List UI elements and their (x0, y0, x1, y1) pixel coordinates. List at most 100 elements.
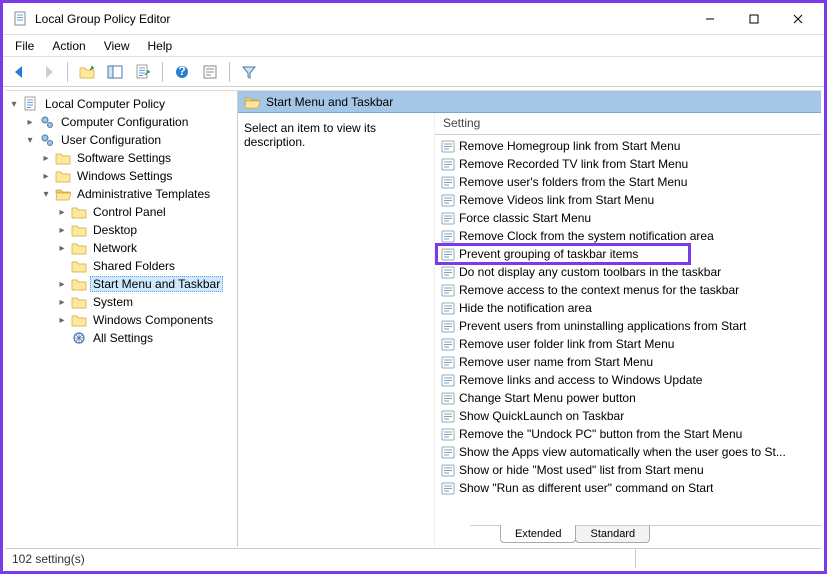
setting-row[interactable]: Do not display any custom toolbars in th… (435, 263, 821, 281)
setting-label: Force classic Start Menu (459, 211, 591, 225)
caret-right-icon[interactable]: ▸ (24, 117, 36, 128)
tab-extended[interactable]: Extended (500, 525, 576, 543)
back-button[interactable] (7, 60, 33, 84)
menu-help[interactable]: Help (140, 37, 181, 55)
setting-icon (441, 229, 455, 243)
tree-start-menu-taskbar[interactable]: ▸ Start Menu and Taskbar (6, 275, 237, 293)
tree-desktop[interactable]: ▸ Desktop (6, 221, 237, 239)
setting-row[interactable]: Remove access to the context menus for t… (435, 281, 821, 299)
tree-user-configuration[interactable]: ▾ User Configuration (6, 131, 237, 149)
folder-icon (55, 168, 71, 184)
tree-computer-configuration[interactable]: ▸ Computer Configuration (6, 113, 237, 131)
folder-icon (55, 150, 71, 166)
tree-network[interactable]: ▸ Network (6, 239, 237, 257)
setting-row[interactable]: Show "Run as different user" command on … (435, 479, 821, 497)
tree-root[interactable]: ▾ Local Computer Policy (6, 95, 237, 113)
setting-icon (441, 247, 455, 261)
tree-system[interactable]: ▸ System (6, 293, 237, 311)
caret-down-icon[interactable]: ▾ (40, 189, 52, 200)
close-button[interactable] (776, 5, 820, 33)
folder-icon (71, 204, 87, 220)
export-list-button[interactable] (130, 60, 156, 84)
setting-row[interactable]: Remove Videos link from Start Menu (435, 191, 821, 209)
all-settings-icon (71, 330, 87, 346)
caret-right-icon[interactable]: ▸ (56, 207, 68, 218)
menu-file[interactable]: File (7, 37, 42, 55)
folder-icon (71, 258, 87, 274)
tree-administrative-templates[interactable]: ▾ Administrative Templates (6, 185, 237, 203)
show-hide-tree-button[interactable] (102, 60, 128, 84)
tree-windows-components[interactable]: ▸ Windows Components (6, 311, 237, 329)
caret-right-icon[interactable]: ▸ (56, 225, 68, 236)
forward-button[interactable] (35, 60, 61, 84)
details-header: Start Menu and Taskbar (238, 91, 821, 113)
setting-label: Show or hide "Most used" list from Start… (459, 463, 704, 477)
description-text: Select an item to view its description. (238, 113, 434, 547)
setting-row[interactable]: Prevent users from uninstalling applicat… (435, 317, 821, 335)
setting-row[interactable]: Show QuickLaunch on Taskbar (435, 407, 821, 425)
setting-row[interactable]: Show the Apps view automatically when th… (435, 443, 821, 461)
tree-control-panel[interactable]: ▸ Control Panel (6, 203, 237, 221)
setting-label: Show "Run as different user" command on … (459, 481, 713, 495)
setting-row[interactable]: Show or hide "Most used" list from Start… (435, 461, 821, 479)
setting-row[interactable]: Remove Recorded TV link from Start Menu (435, 155, 821, 173)
details-header-title: Start Menu and Taskbar (266, 95, 393, 109)
gears-icon (39, 132, 55, 148)
setting-label: Remove the "Undock PC" button from the S… (459, 427, 742, 441)
setting-icon (441, 463, 455, 477)
tree-shared-folders[interactable]: Shared Folders (6, 257, 237, 275)
view-tabs: Extended Standard (470, 525, 821, 547)
caret-right-icon[interactable]: ▸ (56, 315, 68, 326)
caret-down-icon[interactable]: ▾ (24, 135, 36, 146)
caret-right-icon[interactable]: ▸ (56, 279, 68, 290)
setting-label: Remove Homegroup link from Start Menu (459, 139, 680, 153)
setting-label: Show the Apps view automatically when th… (459, 445, 786, 459)
caret-right-icon[interactable]: ▸ (56, 297, 68, 308)
setting-row[interactable]: Remove user folder link from Start Menu (435, 335, 821, 353)
caret-right-icon[interactable]: ▸ (56, 243, 68, 254)
minimize-button[interactable] (688, 5, 732, 33)
setting-icon (441, 175, 455, 189)
setting-label: Remove user folder link from Start Menu (459, 337, 674, 351)
setting-label: Prevent grouping of taskbar items (459, 247, 638, 261)
folder-icon (71, 312, 87, 328)
help-button[interactable]: ? (169, 60, 195, 84)
setting-row[interactable]: Remove the "Undock PC" button from the S… (435, 425, 821, 443)
setting-row[interactable]: Force classic Start Menu (435, 209, 821, 227)
setting-row[interactable]: Remove Homegroup link from Start Menu (435, 137, 821, 155)
caret-down-icon[interactable]: ▾ (8, 99, 20, 110)
settings-list[interactable]: Remove Homegroup link from Start Menu Rem… (435, 135, 821, 547)
console-tree[interactable]: ▾ Local Computer Policy ▸ Computer Confi… (6, 91, 238, 547)
caret-right-icon[interactable]: ▸ (40, 153, 52, 164)
menu-action[interactable]: Action (44, 37, 93, 55)
properties-button[interactable] (197, 60, 223, 84)
tree-windows-settings[interactable]: ▸ Windows Settings (6, 167, 237, 185)
tree-software-settings[interactable]: ▸ Software Settings (6, 149, 237, 167)
maximize-button[interactable] (732, 5, 776, 33)
setting-row[interactable]: Remove user's folders from the Start Men… (435, 173, 821, 191)
setting-label: Prevent users from uninstalling applicat… (459, 319, 746, 333)
setting-icon (441, 139, 455, 153)
status-bar: 102 setting(s) (6, 548, 821, 568)
tab-standard[interactable]: Standard (575, 526, 650, 543)
setting-label: Show QuickLaunch on Taskbar (459, 409, 624, 423)
setting-row[interactable]: Change Start Menu power button (435, 389, 821, 407)
menu-view[interactable]: View (96, 37, 138, 55)
setting-label: Do not display any custom toolbars in th… (459, 265, 721, 279)
column-header-setting[interactable]: Setting (435, 113, 821, 135)
tree-all-settings[interactable]: All Settings (6, 329, 237, 347)
setting-row[interactable]: Remove links and access to Windows Updat… (435, 371, 821, 389)
setting-row[interactable]: Remove Clock from the system notificatio… (435, 227, 821, 245)
setting-row[interactable]: Remove user name from Start Menu (435, 353, 821, 371)
setting-row[interactable]: Prevent grouping of taskbar items (435, 245, 821, 263)
setting-icon (441, 211, 455, 225)
folder-icon (71, 222, 87, 238)
filter-button[interactable] (236, 60, 262, 84)
setting-row[interactable]: Hide the notification area (435, 299, 821, 317)
setting-icon (441, 427, 455, 441)
caret-right-icon[interactable]: ▸ (40, 171, 52, 182)
setting-label: Remove Clock from the system notificatio… (459, 229, 714, 243)
up-button[interactable] (74, 60, 100, 84)
settings-list-container: Setting Remove Homegroup link from Start… (434, 113, 821, 547)
menu-bar: File Action View Help (3, 35, 824, 57)
